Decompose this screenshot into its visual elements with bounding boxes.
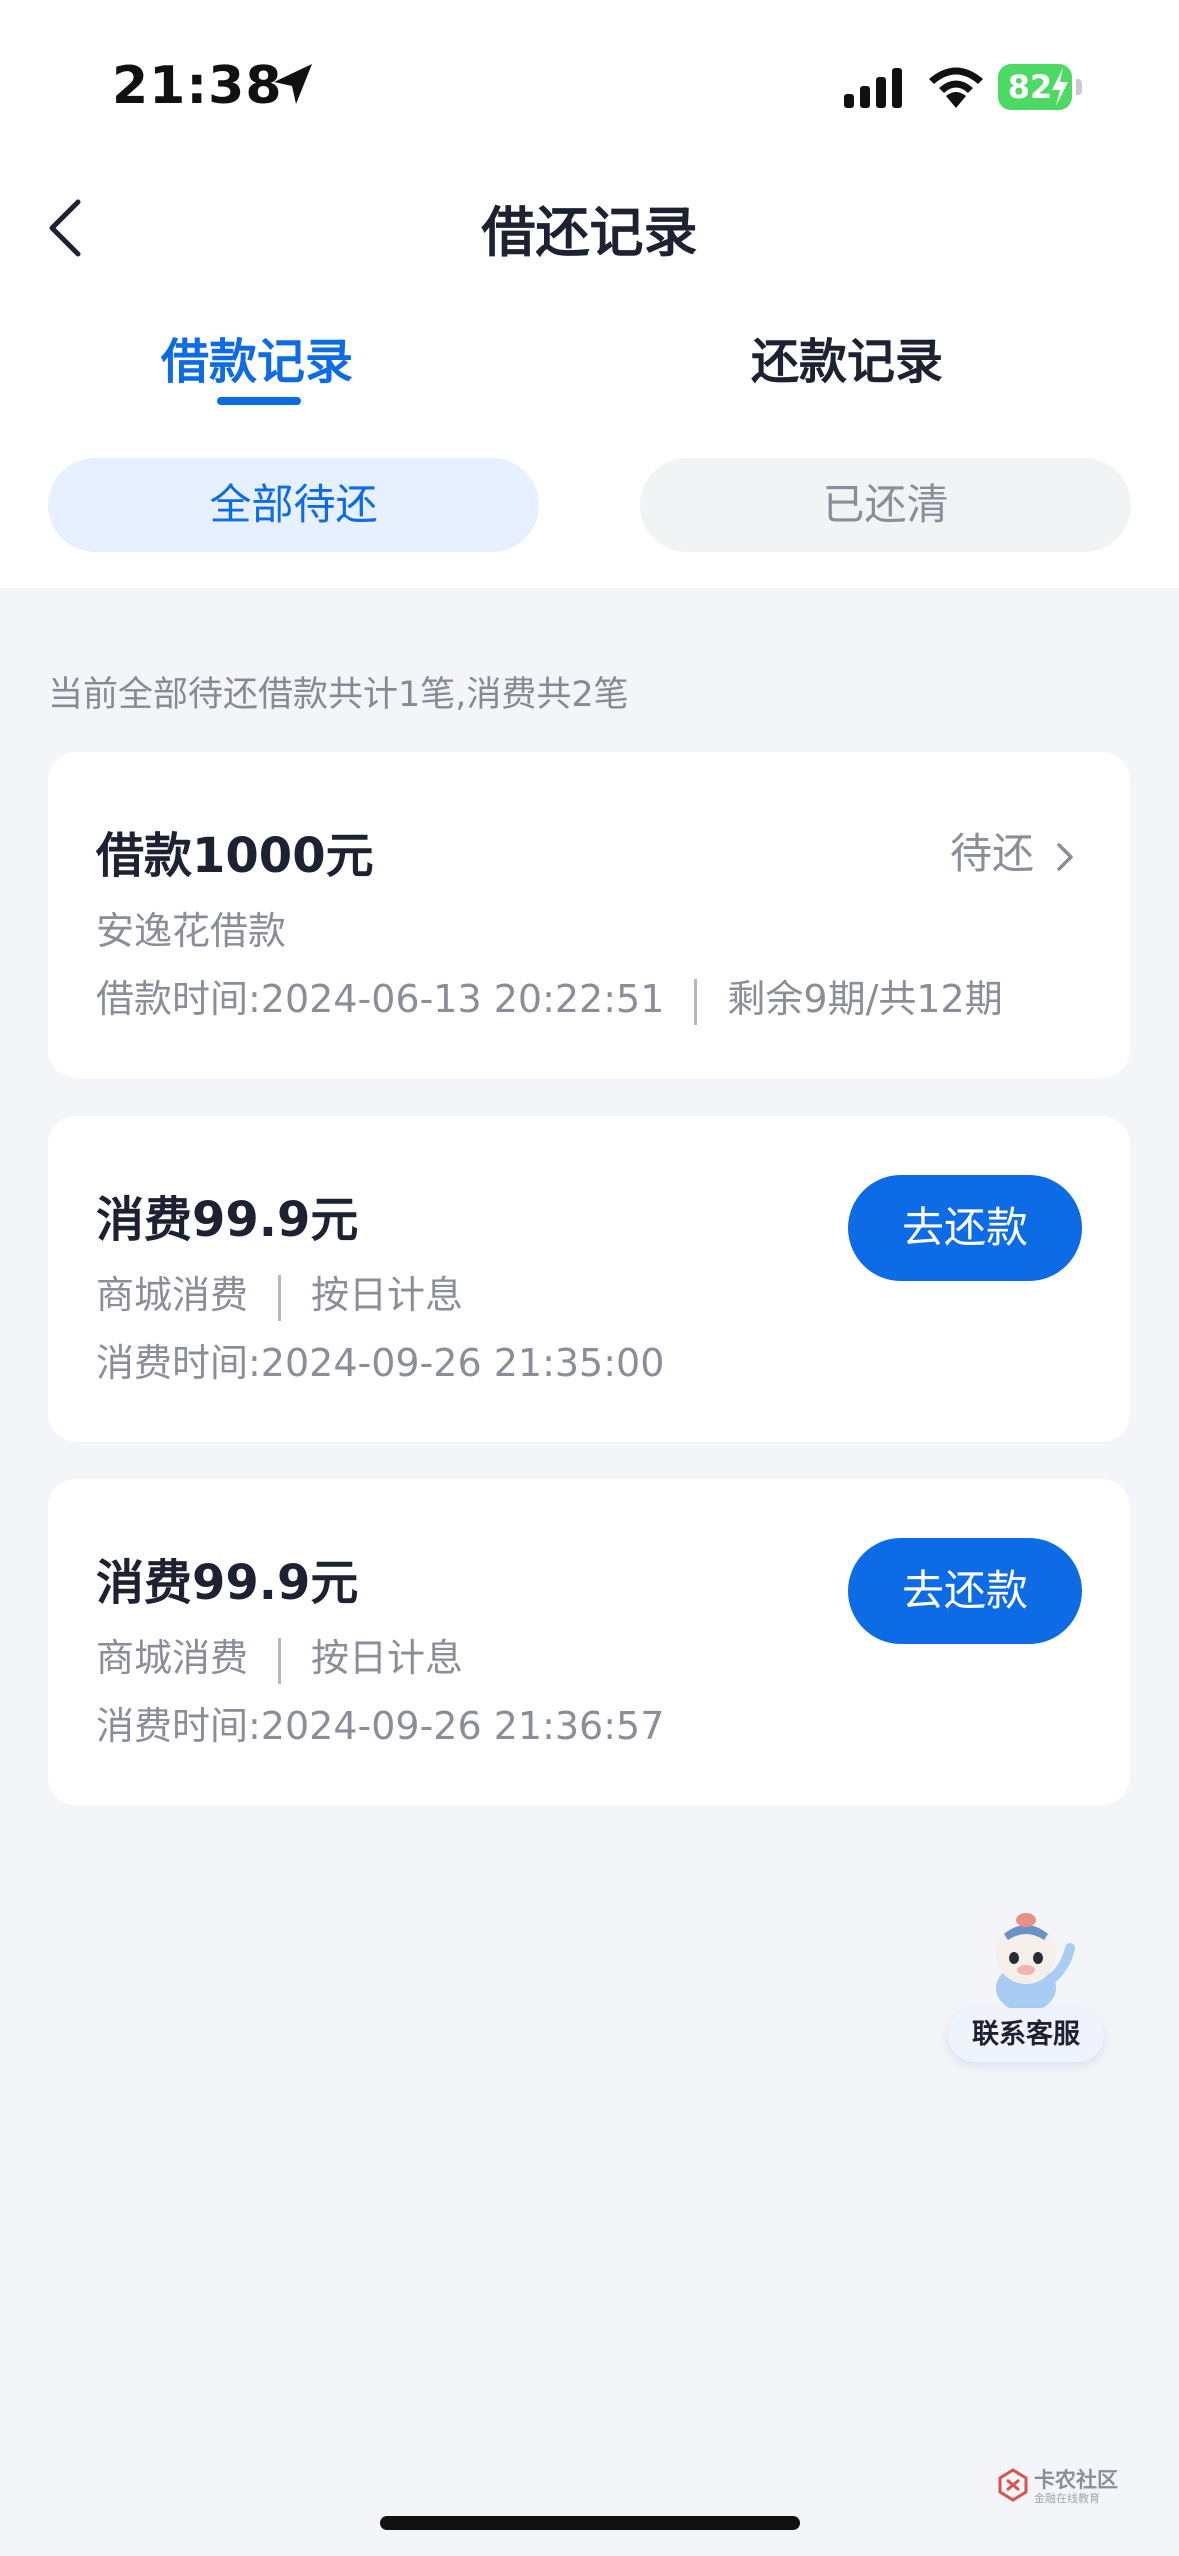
watermark: 卡农社区 金融在线教育: [998, 2468, 1124, 2505]
record-status-label: 待还: [949, 829, 1034, 878]
mascot-icon: [996, 1913, 1075, 2012]
record-interest-mode: 按日计息: [311, 1273, 464, 1317]
record-status[interactable]: 待还: [950, 820, 1078, 881]
record-title: 借款1000元: [96, 828, 374, 884]
battery-nub: [1076, 79, 1082, 95]
record-product: 安逸花借款: [96, 909, 287, 953]
customer-service-button[interactable]: 联系客服: [948, 1908, 1104, 2064]
customer-service-label: 联系客服: [948, 2008, 1104, 2062]
record-time: 借款时间:2024-06-13 20:22:51: [96, 977, 665, 1021]
charging-bolt-icon: [1052, 68, 1068, 106]
record-type: 商城消费 按日计息: [96, 1627, 463, 1684]
wifi-icon: [929, 67, 983, 108]
tab-repay-records[interactable]: 还款记录: [647, 322, 1047, 392]
location-arrow-icon: [274, 64, 312, 104]
repay-button[interactable]: 去还款: [848, 1175, 1082, 1281]
filter-cleared[interactable]: 已还清: [640, 458, 1131, 552]
summary-text: 当前全部待还借款共计1笔,消费共2笔: [48, 675, 629, 715]
divider: [278, 1637, 282, 1684]
watermark-subtitle: 金融在线教育: [1034, 2492, 1100, 2505]
record-title: 消费99.9元: [96, 1555, 359, 1611]
consumption-record-card[interactable]: 消费99.9元 去还款 商城消费 按日计息 消费时间:2024-09-26 21:…: [48, 1479, 1130, 1805]
record-title: 消费99.9元: [96, 1192, 359, 1248]
home-indicator: [380, 2516, 800, 2530]
battery-icon: 82: [998, 64, 1082, 110]
record-type: 商城消费 按日计息: [96, 1264, 463, 1321]
record-interest-mode: 按日计息: [311, 1636, 464, 1680]
record-category: 商城消费: [96, 1636, 249, 1680]
consumption-record-card[interactable]: 消费99.9元 去还款 商城消费 按日计息 消费时间:2024-09-26 21:…: [48, 1116, 1130, 1442]
divider: [694, 978, 698, 1025]
tab-borrow-records[interactable]: 借款记录: [57, 322, 457, 392]
record-time: 消费时间:2024-09-26 21:36:57: [96, 1704, 665, 1748]
cellular-signal-icon: [844, 68, 902, 108]
page-title: 借还记录: [481, 201, 698, 264]
record-meta: 借款时间:2024-06-13 20:22:51 剩余9期/共12期: [96, 968, 1003, 1025]
record-time: 消费时间:2024-09-26 21:35:00: [96, 1341, 665, 1385]
record-category: 商城消费: [96, 1273, 249, 1317]
chevron-right-icon: [1057, 842, 1073, 871]
watermark-logo-icon: [998, 2468, 1028, 2502]
filter-all-pending[interactable]: 全部待还: [48, 458, 539, 552]
repay-button[interactable]: 去还款: [848, 1538, 1082, 1644]
active-tab-indicator: [217, 397, 301, 405]
divider: [278, 1274, 282, 1321]
record-installments: 剩余9期/共12期: [727, 977, 1003, 1021]
loan-record-card[interactable]: 借款1000元 待还 安逸花借款 借款时间:2024-06-13 20:22:5…: [48, 752, 1130, 1078]
status-time: 21:38: [112, 56, 283, 116]
